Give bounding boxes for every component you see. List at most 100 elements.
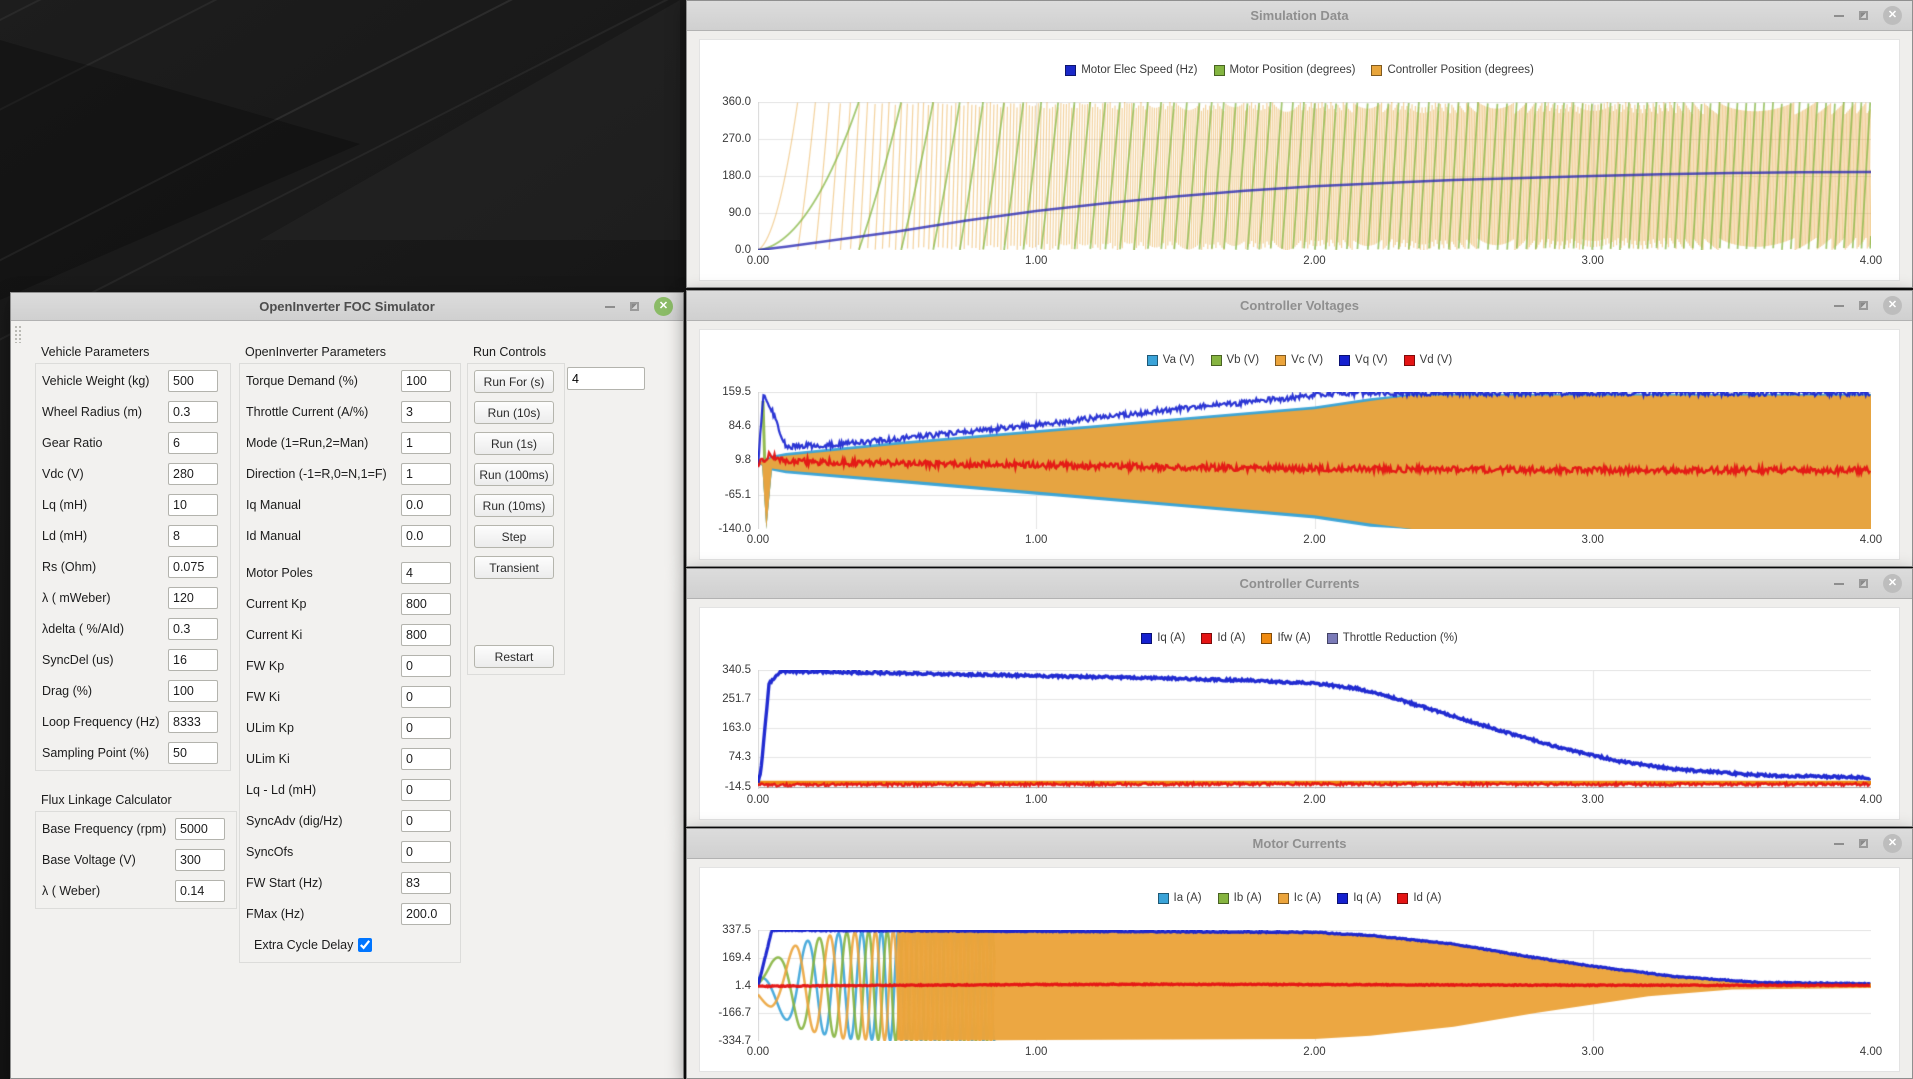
- field-input[interactable]: [401, 494, 451, 516]
- restore-icon[interactable]: [1859, 579, 1868, 588]
- restart-button[interactable]: Restart: [474, 645, 554, 668]
- field-row: SyncAdv (dig/Hz): [246, 810, 454, 832]
- chart-legend: Ia (A)Ib (A)Ic (A)Iq (A)Id (A): [700, 892, 1899, 904]
- field-input[interactable]: [168, 711, 218, 733]
- legend-label: Vd (V): [1420, 354, 1453, 366]
- field-row: Torque Demand (%): [246, 370, 454, 392]
- field-input[interactable]: [401, 779, 451, 801]
- field-input[interactable]: [401, 841, 451, 863]
- legend-label: Iq (A): [1157, 632, 1185, 644]
- field-input[interactable]: [401, 624, 451, 646]
- legend-swatch: [1201, 633, 1212, 644]
- y-axis-tick-label: 84.6: [729, 420, 751, 432]
- field-input[interactable]: [401, 401, 451, 423]
- chart-plot-area: 340.5251.7163.074.3-14.50.001.002.003.00…: [758, 670, 1871, 789]
- minimize-icon[interactable]: [1834, 305, 1844, 307]
- field-input[interactable]: [401, 872, 451, 894]
- extra-cycle-checkbox[interactable]: [358, 938, 372, 952]
- field-input[interactable]: [401, 562, 451, 584]
- run-button[interactable]: Run (100ms): [474, 463, 554, 486]
- field-input[interactable]: [401, 903, 451, 925]
- field-input[interactable]: [175, 880, 225, 902]
- minimize-icon[interactable]: [605, 306, 615, 308]
- close-icon[interactable]: ✕: [1883, 834, 1902, 853]
- legend-item: Vc (V): [1275, 354, 1323, 366]
- field-row: Lq - Ld (mH): [246, 779, 454, 801]
- field-input[interactable]: [401, 717, 451, 739]
- x-axis-tick-label: 1.00: [1025, 1046, 1047, 1058]
- y-axis-tick-label: 1.4: [735, 980, 751, 992]
- restore-icon[interactable]: [1859, 839, 1868, 848]
- field-input[interactable]: [401, 810, 451, 832]
- titlebar[interactable]: OpenInverter FOC Simulator ✕: [11, 293, 683, 321]
- field-input[interactable]: [168, 401, 218, 423]
- run-button[interactable]: Run (10s): [474, 401, 554, 424]
- minimize-icon[interactable]: [1834, 583, 1844, 585]
- close-icon[interactable]: ✕: [1883, 6, 1902, 25]
- x-axis-tick-label: 0.00: [747, 1046, 769, 1058]
- titlebar[interactable]: Controller Currents ✕: [687, 569, 1912, 599]
- titlebar[interactable]: Simulation Data ✕: [687, 1, 1912, 31]
- field-row: FW Start (Hz): [246, 872, 454, 894]
- field-label: Vehicle Weight (kg): [42, 374, 168, 388]
- field-input[interactable]: [168, 432, 218, 454]
- field-input[interactable]: [168, 525, 218, 547]
- field-row: FMax (Hz): [246, 903, 454, 925]
- field-row: Loop Frequency (Hz): [42, 711, 224, 733]
- field-row: λdelta ( %/AId): [42, 618, 224, 640]
- chart-canvas: [758, 670, 1871, 789]
- legend-swatch: [1141, 633, 1152, 644]
- field-input[interactable]: [401, 432, 451, 454]
- simulator-content: Vehicle Parameters Vehicle Weight (kg) W…: [11, 321, 683, 1078]
- field-input[interactable]: [168, 370, 218, 392]
- field-input[interactable]: [401, 370, 451, 392]
- section-title-openinverter: OpenInverter Parameters: [245, 345, 386, 359]
- field-input[interactable]: [401, 748, 451, 770]
- field-input[interactable]: [168, 463, 218, 485]
- x-axis-tick-label: 4.00: [1860, 794, 1882, 806]
- close-icon[interactable]: ✕: [654, 297, 673, 316]
- field-input[interactable]: [168, 587, 218, 609]
- field-input[interactable]: [175, 849, 225, 871]
- titlebar[interactable]: Controller Voltages ✕: [687, 291, 1912, 321]
- titlebar[interactable]: Motor Currents ✕: [687, 829, 1912, 859]
- toolbar-grip[interactable]: [14, 325, 23, 343]
- restore-icon[interactable]: [1859, 11, 1868, 20]
- x-axis-tick-label: 2.00: [1303, 534, 1325, 546]
- field-input[interactable]: [168, 618, 218, 640]
- close-icon[interactable]: ✕: [1883, 296, 1902, 315]
- field-input[interactable]: [175, 818, 225, 840]
- minimize-icon[interactable]: [1834, 843, 1844, 845]
- field-input[interactable]: [401, 686, 451, 708]
- run-button[interactable]: Run (10ms): [474, 494, 554, 517]
- field-label: Id Manual: [246, 529, 401, 543]
- field-input[interactable]: [401, 655, 451, 677]
- field-label: Lq (mH): [42, 498, 168, 512]
- run-button[interactable]: Step: [474, 525, 554, 548]
- restore-icon[interactable]: [630, 302, 639, 311]
- field-input[interactable]: [168, 742, 218, 764]
- field-input[interactable]: [401, 463, 451, 485]
- minimize-icon[interactable]: [1834, 15, 1844, 17]
- chart-card: Iq (A)Id (A)Ifw (A)Throttle Reduction (%…: [699, 607, 1900, 820]
- run-button[interactable]: Run (1s): [474, 432, 554, 455]
- y-axis-tick-label: 337.5: [722, 924, 751, 936]
- legend-swatch: [1214, 65, 1225, 76]
- field-input[interactable]: [168, 494, 218, 516]
- run-button[interactable]: Transient: [474, 556, 554, 579]
- run-for-button[interactable]: Run For (s): [474, 370, 554, 393]
- window-controller-voltages: Controller Voltages ✕ Va (V)Vb (V)Vc (V)…: [686, 290, 1913, 567]
- field-input[interactable]: [168, 680, 218, 702]
- close-icon[interactable]: ✕: [1883, 574, 1902, 593]
- field-input[interactable]: [168, 556, 218, 578]
- field-row: Vehicle Weight (kg): [42, 370, 224, 392]
- field-input[interactable]: [168, 649, 218, 671]
- restore-icon[interactable]: [1859, 301, 1868, 310]
- field-input[interactable]: [401, 593, 451, 615]
- run-for-seconds-input[interactable]: [567, 367, 645, 390]
- field-row: Rs (Ohm): [42, 556, 224, 578]
- field-input[interactable]: [401, 525, 451, 547]
- field-row: ULim Kp: [246, 717, 454, 739]
- legend-swatch: [1218, 893, 1229, 904]
- chart-legend: Motor Elec Speed (Hz)Motor Position (deg…: [700, 64, 1899, 76]
